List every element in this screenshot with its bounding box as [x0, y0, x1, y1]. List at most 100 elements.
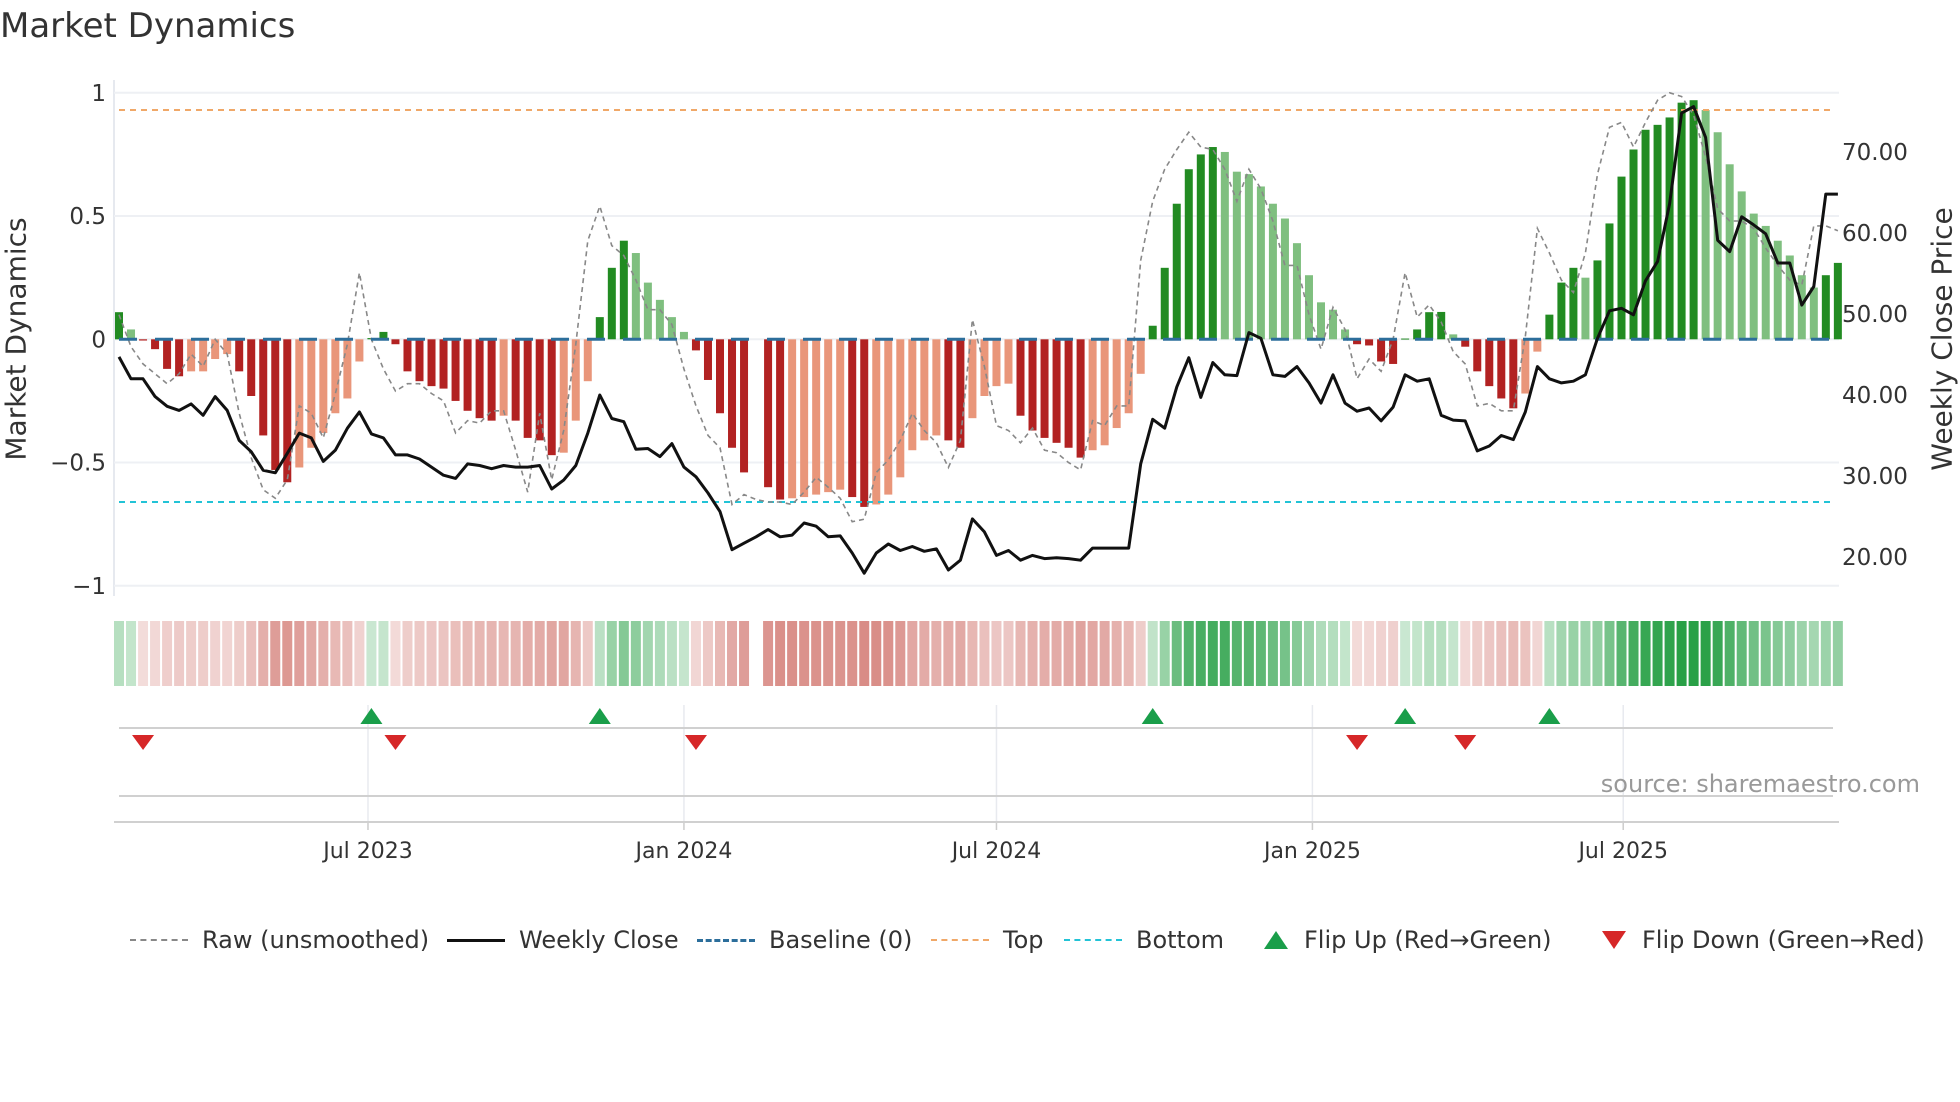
dynamics-bar	[1088, 339, 1097, 451]
dynamics-bar	[1377, 339, 1386, 362]
dynamics-bar	[1545, 314, 1554, 340]
dynamics-bar	[1160, 267, 1169, 340]
y2-tick-label: 50.00	[1842, 302, 1908, 328]
dynamics-bar	[1016, 339, 1025, 416]
legend-label: Baseline (0)	[769, 926, 913, 954]
heatmap-cell	[1388, 621, 1399, 686]
heatmap-cell	[438, 621, 449, 686]
dynamics-bar	[1581, 277, 1590, 340]
dynamics-bar	[295, 339, 304, 468]
dynamics-bar	[1617, 176, 1626, 340]
dynamics-bar	[223, 339, 232, 355]
dynamics-bar	[1533, 339, 1542, 352]
flip-down-marker	[1454, 735, 1477, 750]
heatmap-cell	[931, 621, 942, 686]
dynamics-bar	[1232, 171, 1241, 340]
heatmap-cell	[1171, 621, 1182, 686]
heatmap-cell	[811, 621, 822, 686]
heatmap-cell	[282, 621, 293, 686]
heatmap-cell	[895, 621, 906, 686]
heatmap-cell	[570, 621, 581, 686]
dynamics-bar	[1196, 154, 1205, 340]
dynamics-bar	[187, 339, 196, 372]
dynamics-bar	[499, 339, 508, 416]
dynamics-bar	[1292, 243, 1301, 340]
legend-item-top: Top	[931, 924, 1044, 956]
flip-down-marker	[684, 735, 707, 750]
dynamics-bar	[776, 339, 785, 500]
heatmap-cell	[702, 621, 713, 686]
dynamics-bar	[1557, 282, 1566, 340]
heatmap-cell	[378, 621, 389, 686]
heatmap-cell	[883, 621, 894, 686]
heatmap-strip	[114, 621, 1843, 686]
heatmap-cell	[1075, 621, 1086, 686]
x-tick-label: Jul 2023	[321, 839, 413, 864]
dynamics-bar	[1797, 275, 1806, 340]
dynamics-bar	[247, 339, 256, 396]
heatmap-cell	[546, 621, 557, 686]
dynamics-bar	[1401, 338, 1410, 340]
legend-item-baseline: Baseline (0)	[697, 924, 912, 956]
heatmap-cell	[450, 621, 461, 686]
heatmap-cell	[1027, 621, 1038, 686]
heatmap-cell	[799, 621, 810, 686]
heatmap-cell	[1051, 621, 1062, 686]
heatmap-cell	[330, 621, 341, 686]
heatmap-cell	[1436, 621, 1447, 686]
heatmap-cell	[534, 621, 545, 686]
heatmap-cell	[1484, 621, 1495, 686]
heatmap-cell	[823, 621, 834, 686]
heatmap-cell	[462, 621, 473, 686]
heatmap-cell	[474, 621, 485, 686]
dynamics-bar	[788, 339, 797, 499]
heatmap-cell	[943, 621, 954, 686]
y-axis-label-left: Market Dynamics	[0, 217, 33, 461]
heatmap-cell	[222, 621, 233, 686]
dynamics-bar	[1521, 339, 1530, 394]
legend-item-close: Weekly Close	[447, 924, 679, 956]
dynamics-bar	[1653, 124, 1662, 340]
axis-labels: 1 0.5 0 −0.5 −1 70.00 60.00 50.00 40.00 30.00 20.0…	[50, 81, 1908, 864]
dynamics-bar	[355, 339, 364, 362]
dynamics-bar	[1605, 223, 1614, 340]
dynamics-bar	[824, 339, 833, 493]
dynamics-bar	[1136, 339, 1145, 374]
heatmap-cell	[1796, 621, 1807, 686]
heatmap-cell	[1195, 621, 1206, 686]
dynamics-bar	[1365, 339, 1374, 346]
heatmap-cell	[174, 621, 185, 686]
flip-down-marker	[384, 735, 407, 750]
heatmap-cell	[1340, 621, 1351, 686]
source-credit: source: sharemaestro.com	[1600, 770, 1920, 798]
dynamics-bar	[860, 339, 869, 507]
dynamics-bar	[1040, 339, 1049, 438]
y-tick-label: 0.5	[69, 204, 106, 230]
legend-bottom-swatch	[1064, 939, 1122, 941]
heatmap-cell	[342, 621, 353, 686]
flip-up-marker	[1141, 708, 1164, 724]
dynamics-bar	[139, 339, 148, 341]
dynamics-bar	[1317, 302, 1325, 340]
heatmap-cell	[1556, 621, 1567, 686]
heatmap-cell	[847, 621, 858, 686]
heatmap-cell	[1760, 621, 1771, 686]
dynamics-bar	[679, 331, 688, 340]
heatmap-cell	[1135, 621, 1146, 686]
dynamics-bar	[764, 339, 773, 488]
dynamics-bar	[1100, 339, 1109, 446]
heatmap-cell	[787, 621, 798, 686]
heatmap-cell	[907, 621, 918, 686]
heatmap-cell	[162, 621, 173, 686]
legend-label: Flip Up (Red→Green)	[1304, 926, 1552, 954]
dynamics-bar	[271, 339, 280, 470]
dynamics-bar	[1437, 311, 1446, 340]
dynamics-bar	[944, 339, 953, 441]
heatmap-cell	[366, 621, 377, 686]
dynamics-bar	[1497, 339, 1506, 399]
heatmap-cell	[739, 621, 750, 686]
heatmap-cell	[1736, 621, 1747, 686]
legend-item-raw: Raw (unsmoothed)	[130, 924, 429, 956]
x-tick-label: Jan 2025	[1262, 839, 1361, 864]
dynamics-bar	[1485, 339, 1494, 387]
